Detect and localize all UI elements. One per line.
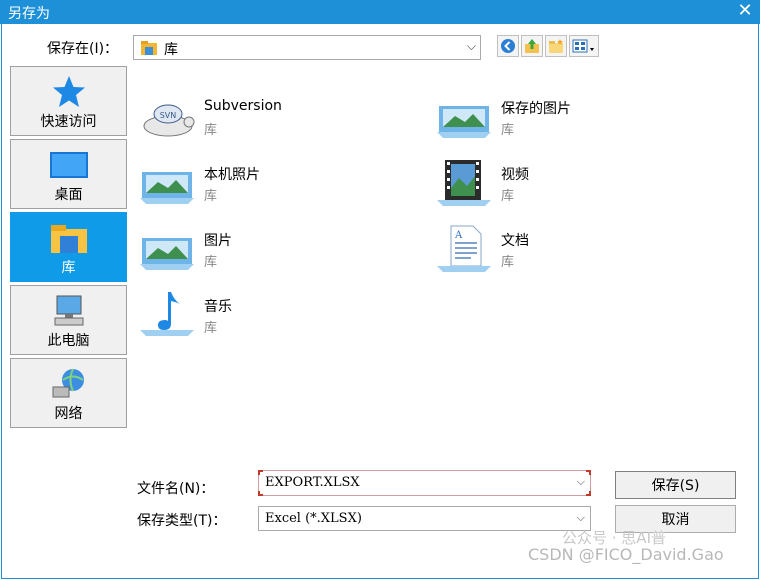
place-desktop[interactable]: 桌面	[10, 139, 127, 209]
file-name-field[interactable]: EXPORT.XLSX ⌵	[258, 470, 591, 496]
place-network[interactable]: 网络	[10, 358, 127, 428]
list-item-music[interactable]: 音乐 库	[138, 286, 398, 346]
up-folder-icon	[525, 39, 539, 53]
file-name-value: EXPORT.XLSX	[265, 475, 360, 490]
window-title: 另存为	[8, 6, 50, 22]
pictures-library-icon	[140, 172, 194, 204]
view-menu-button[interactable]	[569, 35, 599, 57]
focus-corner	[586, 491, 591, 496]
focus-corner	[258, 470, 263, 475]
place-quick-access[interactable]: 快速访问	[10, 66, 127, 136]
title-bar: 另存为 ✕	[0, 0, 760, 24]
list-item-videos[interactable]: 视频 库	[435, 154, 695, 214]
file-list: SVN Subversion 库 保存的图片 库 本机照片 库 视频 库 图片 …	[138, 80, 738, 450]
svg-text:SVN: SVN	[160, 111, 177, 120]
file-type-label: 保存类型(T)：	[137, 513, 227, 529]
list-item-saved-pictures[interactable]: 保存的图片 库	[435, 88, 695, 148]
save-in-value: 库	[164, 42, 178, 58]
place-this-pc[interactable]: 此电脑	[10, 285, 127, 355]
list-item-subversion[interactable]: SVN Subversion 库	[138, 88, 398, 148]
list-item-camera-roll[interactable]: 本机照片 库	[138, 154, 398, 214]
file-type-value: Excel (*.XLSX)	[265, 511, 362, 526]
file-type-dropdown[interactable]: Excel (*.XLSX) ⌵	[258, 506, 591, 531]
library-folder-icon	[141, 41, 157, 55]
back-button[interactable]	[497, 35, 519, 57]
save-in-label: 保存在(I)：	[47, 41, 119, 57]
desktop-icon	[50, 152, 88, 178]
network-globe-icon	[52, 368, 84, 398]
new-folder-button[interactable]	[545, 35, 567, 57]
chevron-down-icon: ⌵	[576, 511, 585, 524]
star-icon	[53, 76, 85, 107]
list-item-pictures[interactable]: 图片 库	[138, 220, 398, 280]
file-name-label: 文件名(N)：	[137, 481, 215, 497]
library-folder-icon	[51, 225, 87, 253]
pictures-library-icon	[437, 106, 491, 138]
documents-library-icon: A	[437, 225, 491, 272]
toolbar	[497, 35, 599, 59]
save-in-dropdown[interactable]: 库 ⌵	[133, 35, 481, 60]
chevron-down-icon[interactable]: ⌵	[577, 475, 585, 489]
view-grid-icon	[572, 39, 594, 53]
computer-icon	[54, 295, 84, 326]
save-button[interactable]: 保存(S)	[615, 471, 736, 499]
focus-corner	[258, 491, 263, 496]
new-folder-icon	[549, 39, 563, 53]
back-arrow-icon	[501, 39, 515, 53]
music-library-icon	[140, 292, 194, 336]
pictures-library-icon	[140, 238, 194, 270]
close-icon[interactable]: ✕	[736, 1, 754, 21]
list-item-documents[interactable]: A 文档 库	[435, 220, 695, 280]
svn-turtle-icon: SVN	[143, 104, 195, 137]
place-libraries[interactable]: 库	[10, 212, 127, 282]
video-library-icon	[437, 160, 491, 206]
places-bar: 快速访问 桌面 库 此电脑 网络	[10, 66, 127, 430]
watermark-csdn: CSDN @FICO_David.Gao	[528, 545, 724, 564]
focus-corner	[586, 470, 591, 475]
up-folder-button[interactable]	[521, 35, 543, 57]
svg-text:A: A	[454, 230, 463, 241]
chevron-down-icon: ⌵	[466, 39, 476, 53]
